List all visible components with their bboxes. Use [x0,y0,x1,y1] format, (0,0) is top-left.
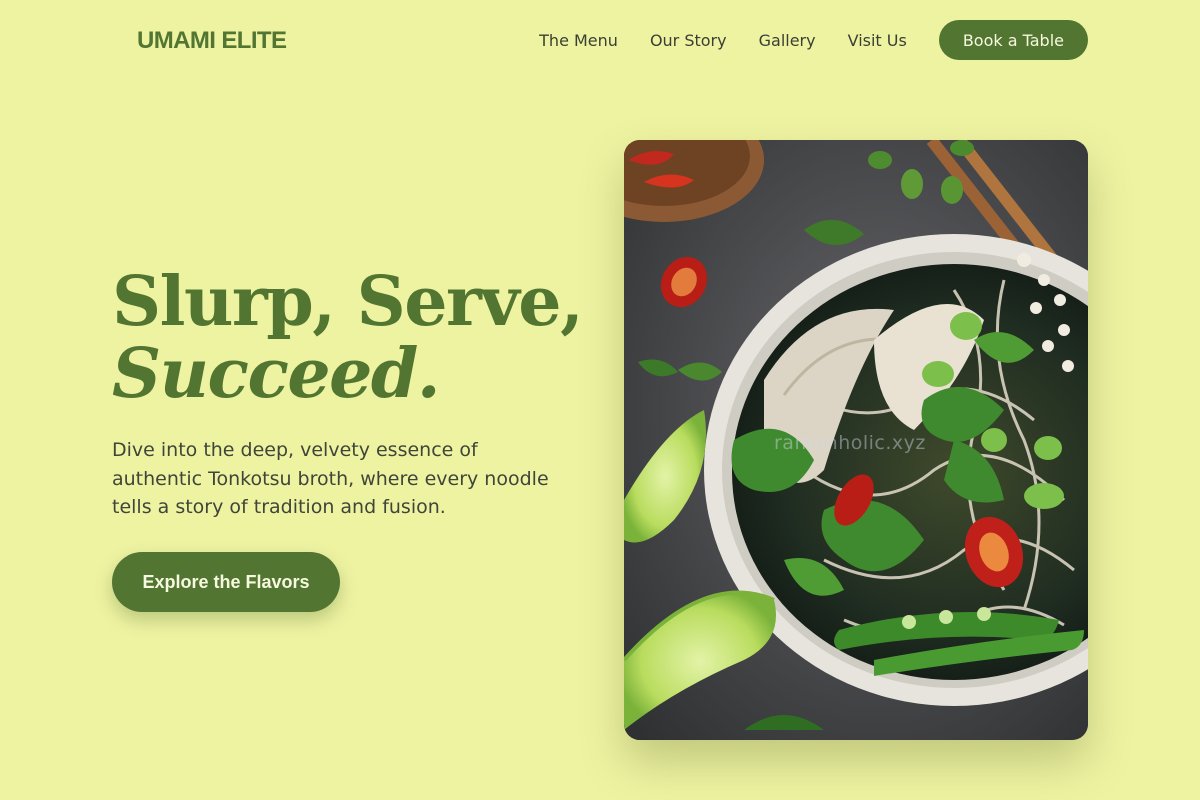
ramen-bowl-image: ramenholic.xyz [624,140,1088,740]
main-nav: The Menu Our Story Gallery Visit Us Book… [539,20,1088,60]
hero-description: Dive into the deep, velvety essence of a… [112,439,549,518]
book-a-table-button[interactable]: Book a Table [938,20,1088,60]
hero-title: Slurp, Serve, Succeed. [112,262,584,414]
nav-link-our-story[interactable]: Our Story [650,31,727,50]
landing-page: UMAMI ELITE The Menu Our Story Gallery V… [0,0,1200,800]
nav-link-gallery[interactable]: Gallery [759,31,816,50]
nav-link-visit-us[interactable]: Visit Us [848,31,907,50]
image-watermark: ramenholic.xyz [774,432,926,454]
logo[interactable]: UMAMI ELITE [137,27,287,55]
explore-flavors-button[interactable]: Explore the Flavors [112,552,340,612]
nav-link-the-menu[interactable]: The Menu [539,31,618,50]
hero-title-line-1: Slurp, Serve, [112,262,584,342]
hero-title-line-2: Succeed. [112,334,441,414]
